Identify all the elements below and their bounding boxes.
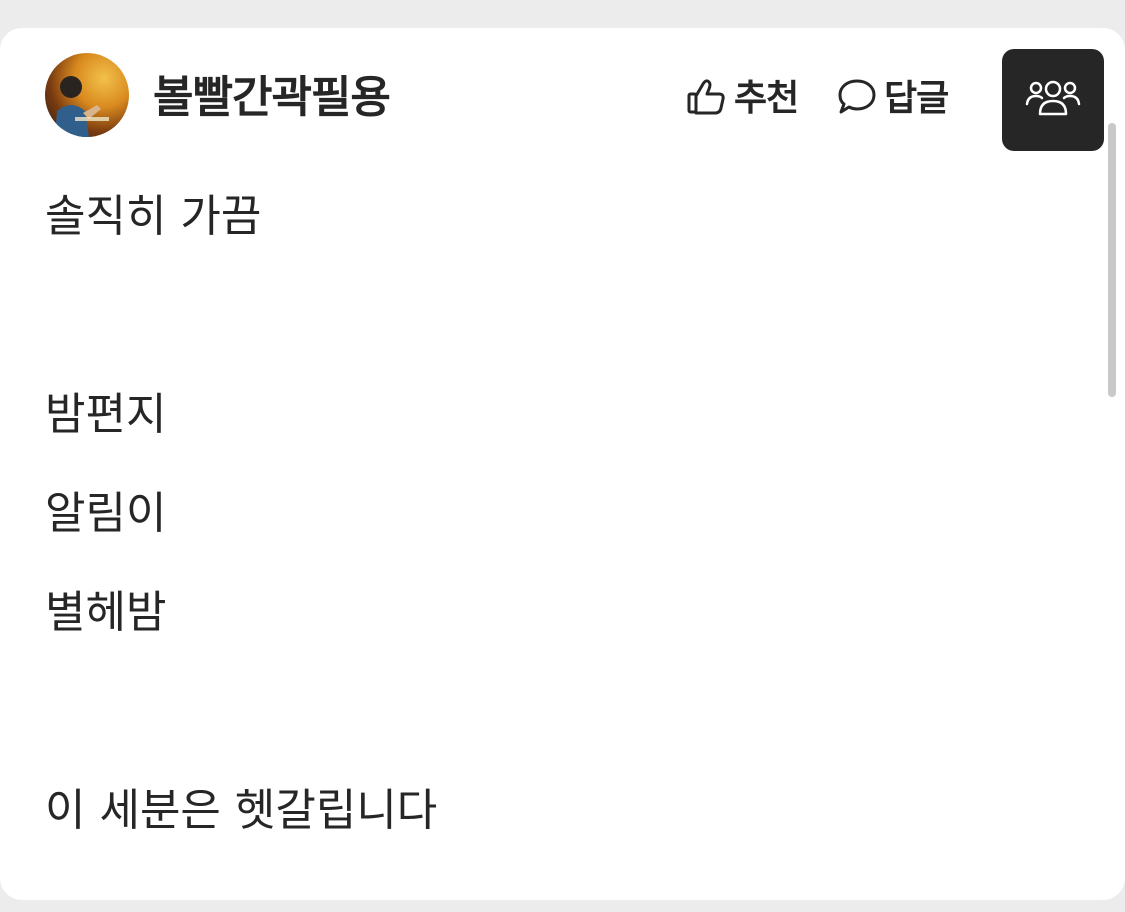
recommend-button[interactable]: 추천 — [686, 74, 799, 124]
author-name[interactable]: 볼빨간곽필용 — [153, 72, 391, 124]
comment-line: 이 세분은 헷갈립니다 — [45, 785, 438, 836]
comment-line: 솔직히 가끔 — [45, 191, 262, 242]
group-users-button[interactable] — [1002, 49, 1104, 151]
comment-line: 알림이 — [45, 488, 167, 539]
reply-label: 답글 — [884, 78, 949, 119]
avatar[interactable] — [45, 53, 129, 137]
recommend-label: 추천 — [734, 78, 799, 119]
comment-header: 볼빨간곽필용 추천 답글 — [0, 28, 1125, 158]
group-users-icon — [1025, 74, 1081, 126]
comment-card: 볼빨간곽필용 추천 답글 솔직히 가끔 밤편지 알림이 별헤밤 이 세분은 헷갈… — [0, 28, 1125, 900]
avatar-image — [55, 76, 109, 137]
reply-button[interactable]: 답글 — [836, 74, 949, 124]
comment-line: 별헤밤 — [45, 587, 167, 638]
thumbs-up-icon — [686, 76, 728, 122]
scrollbar[interactable] — [1108, 123, 1116, 397]
comment-line: 밤편지 — [45, 389, 167, 440]
speech-bubble-icon — [836, 76, 878, 122]
